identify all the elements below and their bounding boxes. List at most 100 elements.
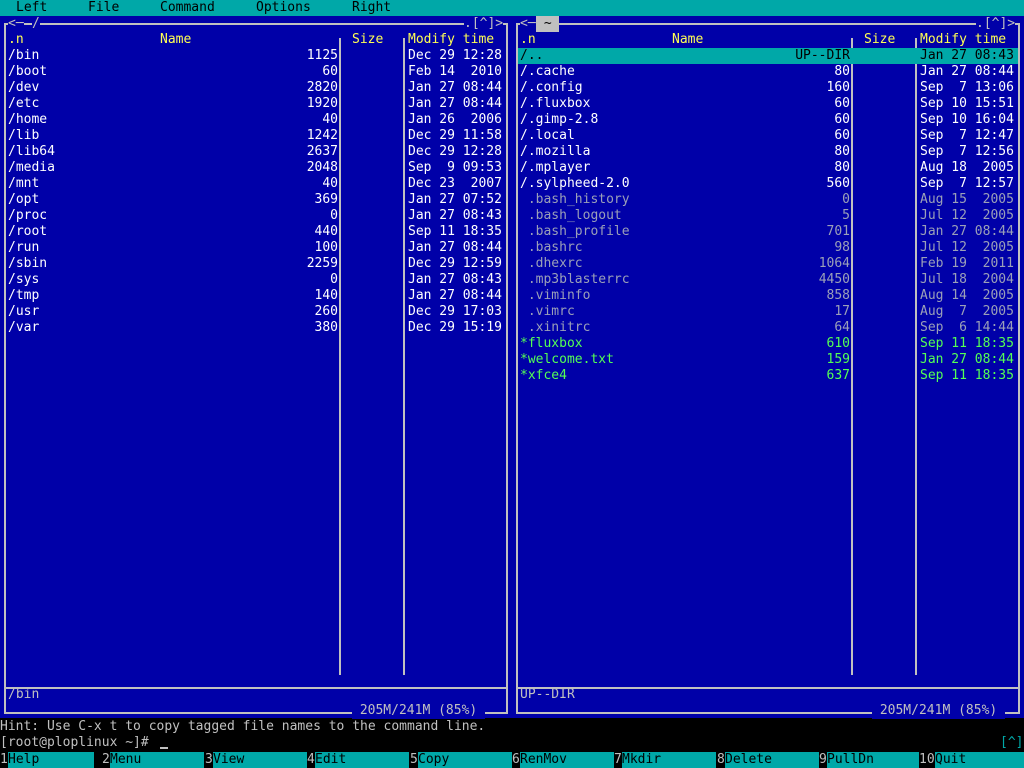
menu-options[interactable]: Options xyxy=(256,0,311,16)
file-name: /opt xyxy=(8,192,40,207)
fkey-quit[interactable]: 10 Quit xyxy=(919,752,1024,768)
fkey-label: Delete xyxy=(725,752,819,768)
command-history-indicator[interactable]: [^] xyxy=(1000,735,1023,751)
file-row[interactable]: /.mplayer 80 Aug 18 2005 xyxy=(518,160,1018,176)
left-header-mtime[interactable]: Modify time xyxy=(408,32,494,48)
file-row[interactable]: /usr 260 Dec 29 17:03 xyxy=(6,304,506,320)
file-row[interactable]: /boot 60 Feb 14 2010 xyxy=(6,64,506,80)
fkey-number: 4 xyxy=(307,752,315,768)
fkey-copy[interactable]: 5 Copy xyxy=(410,752,512,768)
file-row[interactable]: /root 440 Sep 11 18:35 xyxy=(6,224,506,240)
fkey-delete[interactable]: 8 Delete xyxy=(717,752,819,768)
file-row[interactable]: /tmp 140 Jan 27 08:44 xyxy=(6,288,506,304)
fkey-menu[interactable]: 2 Menu xyxy=(102,752,204,768)
fkey-number: 8 xyxy=(717,752,725,768)
fkey-edit[interactable]: 4 Edit xyxy=(307,752,409,768)
command-line-input[interactable]: [root@ploplinux ~]# xyxy=(0,735,157,751)
file-size: 260 xyxy=(314,304,338,319)
right-header-size[interactable]: Size xyxy=(864,32,895,48)
file-row[interactable]: .viminfo 858 Aug 14 2005 xyxy=(518,288,1018,304)
file-mtime: Dec 29 11:58 xyxy=(408,128,502,143)
right-header-sort[interactable]: .n xyxy=(520,32,536,48)
file-mtime: Jan 27 08:44 xyxy=(920,224,1014,239)
file-name: /root xyxy=(8,224,48,239)
right-panel-history-button[interactable]: <─ xyxy=(520,16,536,32)
file-name: *welcome.txt xyxy=(520,352,614,367)
file-row[interactable]: /lib 1242 Dec 29 11:58 xyxy=(6,128,506,144)
file-row[interactable]: /.sylpheed-2.0 560 Sep 7 12:57 xyxy=(518,176,1018,192)
file-name: /.cache xyxy=(520,64,575,79)
file-row[interactable]: /.fluxbox 60 Sep 10 15:51 xyxy=(518,96,1018,112)
left-header-name[interactable]: Name xyxy=(160,32,191,48)
file-row[interactable]: /proc 0 Jan 27 08:43 xyxy=(6,208,506,224)
left-header-size[interactable]: Size xyxy=(352,32,383,48)
file-mtime: Sep 11 18:35 xyxy=(408,224,502,239)
file-name: /.fluxbox xyxy=(520,96,591,111)
file-row[interactable]: .xinitrc 64 Sep 6 14:44 xyxy=(518,320,1018,336)
file-size: 60 xyxy=(834,96,850,111)
file-name: /lib xyxy=(8,128,40,143)
fkey-number: 7 xyxy=(614,752,622,768)
file-row[interactable]: *xfce4 637 Sep 11 18:35 xyxy=(518,368,1018,384)
left-mini-status: /bin xyxy=(8,687,40,702)
left-panel[interactable]: <─ / .[^]> .n Name Size Modify time /bin… xyxy=(0,16,512,719)
file-row[interactable]: /.mozilla 80 Sep 7 12:56 xyxy=(518,144,1018,160)
fkey-pulldn[interactable]: 9 PullDn xyxy=(819,752,921,768)
menu-right[interactable]: Right xyxy=(352,0,391,16)
file-row[interactable]: .dhexrc 1064 Feb 19 2011 xyxy=(518,256,1018,272)
file-mtime: Sep 7 12:57 xyxy=(920,176,1014,191)
menu-command[interactable]: Command xyxy=(160,0,215,16)
file-row[interactable]: /media 2048 Sep 9 09:53 xyxy=(6,160,506,176)
file-row[interactable]: /.. UP--DIR Jan 27 08:43 xyxy=(518,48,1018,64)
file-row[interactable]: /run 100 Jan 27 08:44 xyxy=(6,240,506,256)
fkey-view[interactable]: 3 View xyxy=(205,752,307,768)
file-row[interactable]: /opt 369 Jan 27 07:52 xyxy=(6,192,506,208)
file-mtime: Sep 7 12:47 xyxy=(920,128,1014,143)
file-row[interactable]: /.config 160 Sep 7 13:06 xyxy=(518,80,1018,96)
fkey-mkdir[interactable]: 7 Mkdir xyxy=(614,752,716,768)
file-size: 159 xyxy=(826,352,850,367)
file-row[interactable]: /home 40 Jan 26 2006 xyxy=(6,112,506,128)
file-row[interactable]: /bin 1125 Dec 29 12:28 xyxy=(6,48,506,64)
file-row[interactable]: /mnt 40 Dec 23 2007 xyxy=(6,176,506,192)
menu-file[interactable]: File xyxy=(88,0,119,16)
file-row[interactable]: /lib64 2637 Dec 29 12:28 xyxy=(6,144,506,160)
file-mtime: Sep 10 15:51 xyxy=(920,96,1014,111)
file-row[interactable]: /.cache 80 Jan 27 08:44 xyxy=(518,64,1018,80)
file-row[interactable]: .bashrc 98 Jul 12 2005 xyxy=(518,240,1018,256)
file-row[interactable]: .mp3blasterrc 4450 Jul 18 2004 xyxy=(518,272,1018,288)
file-size: 40 xyxy=(322,112,338,127)
right-header-mtime[interactable]: Modify time xyxy=(920,32,1006,48)
file-name: .bash_profile xyxy=(520,224,630,239)
file-row[interactable]: /.local 60 Sep 7 12:47 xyxy=(518,128,1018,144)
file-mtime: Jan 27 08:44 xyxy=(408,96,502,111)
file-mtime: Aug 14 2005 xyxy=(920,288,1014,303)
file-row[interactable]: /sbin 2259 Dec 29 12:59 xyxy=(6,256,506,272)
file-row[interactable]: /sys 0 Jan 27 08:43 xyxy=(6,272,506,288)
file-row[interactable]: *fluxbox 610 Sep 11 18:35 xyxy=(518,336,1018,352)
file-row[interactable]: .bash_logout 5 Jul 12 2005 xyxy=(518,208,1018,224)
menu-left[interactable]: Left xyxy=(16,0,47,16)
file-row[interactable]: *welcome.txt 159 Jan 27 08:44 xyxy=(518,352,1018,368)
left-panel-history-button[interactable]: <─ xyxy=(8,16,24,32)
file-row[interactable]: /var 380 Dec 29 15:19 xyxy=(6,320,506,336)
left-header-sort[interactable]: .n xyxy=(8,32,24,48)
left-panel-hotlist-button[interactable]: .[^]> xyxy=(464,16,504,32)
fkey-renmov[interactable]: 6 RenMov xyxy=(512,752,614,768)
file-row[interactable]: /.gimp-2.8 60 Sep 10 16:04 xyxy=(518,112,1018,128)
file-row[interactable]: /dev 2820 Jan 27 08:44 xyxy=(6,80,506,96)
file-row[interactable]: .bash_profile 701 Jan 27 08:44 xyxy=(518,224,1018,240)
fkey-help[interactable]: 1 Help xyxy=(0,752,102,768)
file-row[interactable]: .vimrc 17 Aug 7 2005 xyxy=(518,304,1018,320)
right-panel[interactable]: <─ ~ .[^]> .n Name Size Modify time /.. U… xyxy=(512,16,1024,719)
file-row[interactable]: .bash_history 0 Aug 15 2005 xyxy=(518,192,1018,208)
right-header-name[interactable]: Name xyxy=(672,32,703,48)
file-mtime: Sep 10 16:04 xyxy=(920,112,1014,127)
file-mtime: Feb 19 2011 xyxy=(920,256,1014,271)
file-mtime: Sep 6 14:44 xyxy=(920,320,1014,335)
file-name: .viminfo xyxy=(520,288,591,303)
file-row[interactable]: /etc 1920 Jan 27 08:44 xyxy=(6,96,506,112)
hint-line: Hint: Use C-x t to copy tagged file name… xyxy=(0,719,486,734)
right-panel-hotlist-button[interactable]: .[^]> xyxy=(976,16,1016,32)
file-size: 17 xyxy=(834,304,850,319)
